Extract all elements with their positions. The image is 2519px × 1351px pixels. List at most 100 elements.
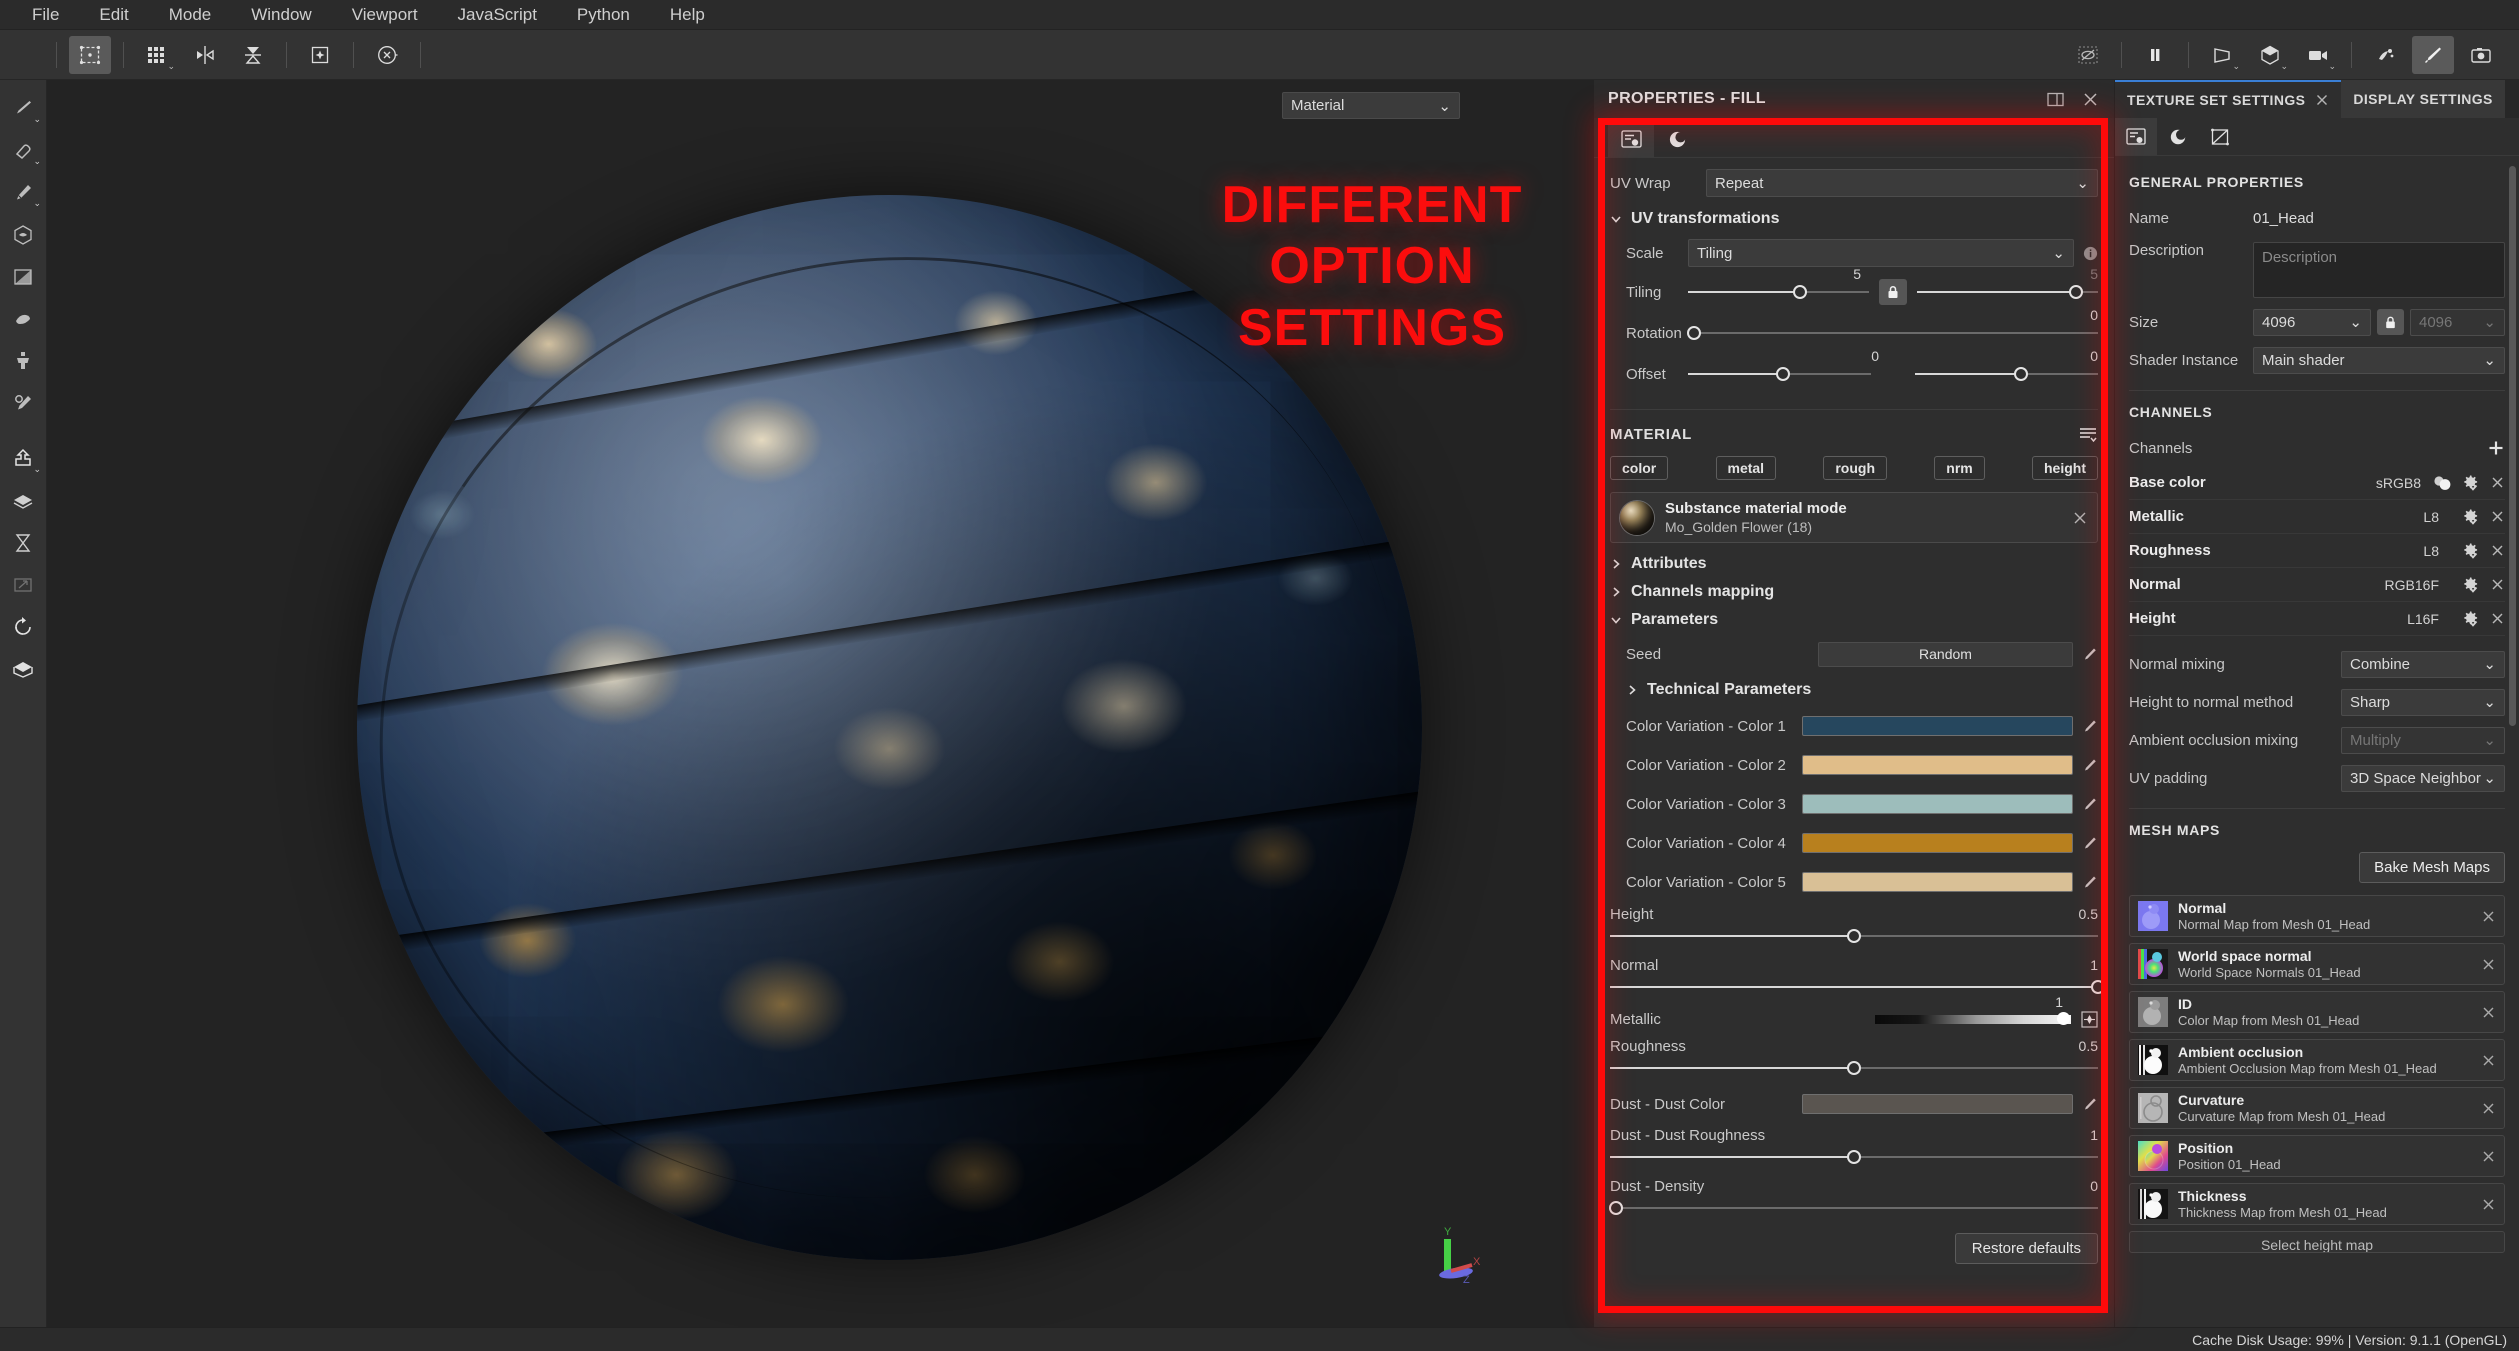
baking-tool[interactable] — [3, 524, 43, 562]
viewport-material-select[interactable]: Material ⌄ — [1282, 92, 1460, 119]
gear-check-icon-normal[interactable] — [2462, 576, 2479, 593]
dust-roughness-slider[interactable] — [1610, 1148, 2098, 1166]
eyedropper-icon-3[interactable] — [2082, 796, 2098, 812]
texture-set-scrollbar[interactable] — [2509, 166, 2516, 726]
close-icon-metallic[interactable] — [2490, 509, 2505, 524]
tiling-lock-button[interactable] — [1879, 279, 1907, 305]
close-icon-mm-normal[interactable] — [2473, 909, 2496, 924]
chip-metal[interactable]: metal — [1715, 456, 1777, 480]
list-options-icon[interactable] — [2078, 424, 2098, 444]
size-width-select[interactable]: 4096 ⌄ — [2253, 308, 2371, 336]
offset-u-slider[interactable]: 0 — [1688, 348, 1879, 383]
dust-density-slider[interactable] — [1608, 1199, 2098, 1217]
offset-v-slider[interactable]: 0 — [1915, 348, 2098, 383]
close-icon[interactable] — [2081, 90, 2100, 109]
mesh-map-row-normal[interactable]: Normal Normal Map from Mesh 01_Head — [2129, 895, 2505, 937]
restore-defaults-button[interactable]: Restore defaults — [1954, 1233, 2098, 1264]
color-1-swatch[interactable] — [1802, 716, 2073, 736]
channel-row-metallic[interactable]: Metallic L8 — [2129, 500, 2505, 534]
particle-icon[interactable] — [299, 36, 341, 74]
mesh-map-row-thickness[interactable]: Thickness Thickness Map from Mesh 01_Hea… — [2129, 1183, 2505, 1225]
tab-texture-set-material[interactable] — [2157, 118, 2199, 155]
texture-set-scroll-area[interactable]: GENERAL PROPERTIES Name 01_Head Descript… — [2115, 156, 2519, 1327]
plus-icon[interactable] — [2487, 439, 2505, 457]
shader-instance-select[interactable]: Main shader ⌄ — [2253, 346, 2505, 374]
roughness-slider[interactable] — [1610, 1059, 2098, 1077]
seed-random-button[interactable]: Random — [1818, 641, 2073, 667]
gradient-editor-icon[interactable] — [2081, 1010, 2098, 1028]
close-icon-mm-position[interactable] — [2473, 1149, 2496, 1164]
description-field[interactable]: Description — [2253, 242, 2505, 298]
uv-padding-select[interactable]: 3D Space Neighbor ⌄ — [2341, 764, 2505, 792]
close-icon-mm-id[interactable] — [2473, 1005, 2496, 1020]
camera-view-icon[interactable]: ⌄ — [2297, 36, 2339, 74]
gear-check-icon-metallic[interactable] — [2462, 508, 2479, 525]
mesh-map-row-height-partial[interactable]: Select height map — [2129, 1231, 2505, 1253]
tiling-u-slider[interactable]: 5 — [1688, 266, 1869, 301]
close-icon-mm-thickness[interactable] — [2473, 1197, 2496, 1212]
close-icon-normal[interactable] — [2490, 577, 2505, 592]
channel-row-height[interactable]: Height L16F — [2129, 602, 2505, 636]
eyedropper-icon-5[interactable] — [2082, 874, 2098, 890]
snapshot-icon[interactable] — [2460, 36, 2502, 74]
clone-tool[interactable] — [3, 342, 43, 380]
gear-check-icon-base-color[interactable] — [2462, 474, 2479, 491]
close-icon-mm-curvature[interactable] — [2473, 1101, 2496, 1116]
menu-item-python[interactable]: Python — [557, 0, 650, 30]
channel-row-roughness[interactable]: Roughness L8 — [2129, 534, 2505, 568]
shortcuts-tool[interactable] — [3, 566, 43, 604]
gear-check-icon-height[interactable] — [2462, 610, 2479, 627]
menu-item-help[interactable]: Help — [650, 0, 725, 30]
mesh-map-row-position[interactable]: Position Position 01_Head — [2129, 1135, 2505, 1177]
close-icon-mm-ao[interactable] — [2473, 1053, 2496, 1068]
pencil-icon-seed[interactable] — [2082, 646, 2098, 662]
color-3-swatch[interactable] — [1802, 794, 2073, 814]
eyedropper-icon-4[interactable] — [2082, 835, 2098, 851]
scale-select[interactable]: Tiling ⌄ — [1688, 239, 2074, 267]
mesh-map-row-curvature[interactable]: Curvature Curvature Map from Mesh 01_Hea… — [2129, 1087, 2505, 1129]
view-2d-icon[interactable]: ⌄ — [2201, 36, 2243, 74]
pause-icon[interactable] — [2134, 36, 2176, 74]
import-resources-tool[interactable]: ⌄ — [3, 440, 43, 478]
close-icon-material-card[interactable] — [2062, 510, 2088, 526]
info-icon[interactable] — [2083, 246, 2098, 261]
chip-height[interactable]: height — [2031, 456, 2098, 480]
eyedropper-icon-dust[interactable] — [2082, 1096, 2098, 1112]
tab-material[interactable] — [1654, 121, 1700, 157]
color-2-swatch[interactable] — [1802, 755, 2073, 775]
menu-item-window[interactable]: Window — [231, 0, 331, 30]
menu-item-edit[interactable]: Edit — [79, 0, 148, 30]
grid-icon[interactable]: ⌄ — [136, 36, 178, 74]
mesh-map-row-world-space-normal[interactable]: World space normal World Space Normals 0… — [2129, 943, 2505, 985]
normal-slider[interactable] — [1610, 978, 2105, 996]
smudge-tool[interactable] — [3, 300, 43, 338]
tab-texture-set-properties[interactable] — [2115, 118, 2157, 155]
parameters-toggle[interactable]: Parameters — [1610, 611, 2098, 629]
metallic-gradient-bar[interactable] — [1875, 1015, 2071, 1024]
viewport-3d[interactable]: Material ⌄ DIFFERENT OPTION SETTINGS Y X… — [47, 80, 1594, 1327]
chip-rough[interactable]: rough — [1823, 456, 1887, 480]
refresh-tool[interactable] — [3, 608, 43, 646]
tab-display-settings[interactable]: DISPLAY SETTINGS — [2341, 80, 2505, 118]
tab-properties[interactable] — [1608, 121, 1654, 157]
properties-scroll-area[interactable]: UV Wrap Repeat ⌄ UV transformations Scal… — [1594, 158, 2114, 1327]
size-lock-button[interactable] — [2377, 309, 2404, 335]
selection-frame-icon[interactable] — [69, 35, 111, 74]
normal-mixing-select[interactable]: Combine ⌄ — [2341, 650, 2505, 678]
paint-brush-icon[interactable] — [2412, 35, 2454, 74]
uv-wrap-select[interactable]: Repeat ⌄ — [1706, 169, 2098, 197]
eyedropper-icon-1[interactable] — [2082, 718, 2098, 734]
bake-icon[interactable] — [2364, 36, 2406, 74]
close-icon-roughness[interactable] — [2490, 543, 2505, 558]
channels-mapping-toggle[interactable]: Channels mapping — [1610, 583, 2098, 601]
channel-row-base-color[interactable]: Base color sRGB8 — [2129, 466, 2505, 500]
dock-layout-icon[interactable] — [2046, 90, 2065, 109]
gear-check-icon-roughness[interactable] — [2462, 542, 2479, 559]
chip-color[interactable]: color — [1610, 456, 1669, 480]
menu-item-file[interactable]: File — [12, 0, 79, 30]
menu-item-mode[interactable]: Mode — [149, 0, 232, 30]
tab-texture-set-uv[interactable] — [2199, 118, 2241, 155]
tab-texture-set-settings[interactable]: TEXTURE SET SETTINGS — [2115, 80, 2342, 118]
mesh-map-row-ambient-occlusion[interactable]: Ambient occlusion Ambient Occlusion Map … — [2129, 1039, 2505, 1081]
material-picker-tool[interactable] — [3, 384, 43, 422]
